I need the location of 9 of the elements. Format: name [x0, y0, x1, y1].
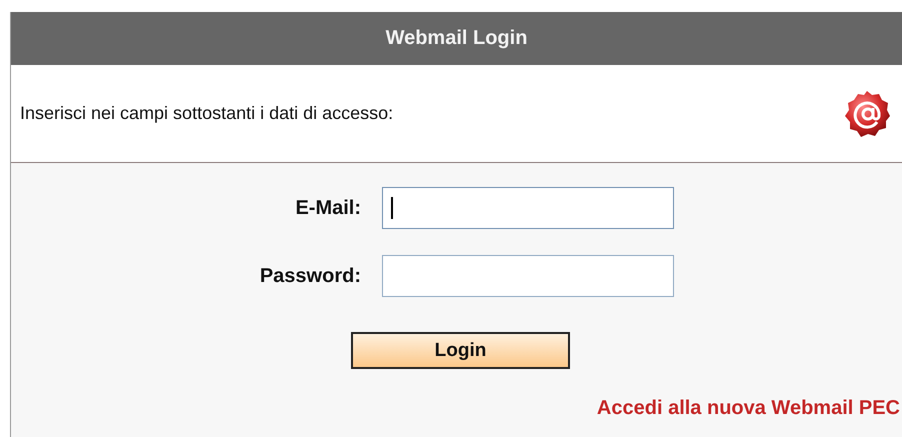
field-label: E-Mail: — [294, 196, 361, 220]
field-label: Password: — [258, 264, 361, 288]
login-button[interactable]: Login — [351, 332, 570, 369]
at-sign-seal-icon — [842, 88, 892, 138]
input-field[interactable] — [382, 187, 674, 229]
new-webmail-link[interactable]: Accedi alla nuova Webmail PEC — [596, 397, 900, 420]
header-title: Webmail Login — [386, 27, 528, 50]
instruction-text: Inserisci nei campi sottostanti i dati di accesso: — [20, 103, 394, 124]
input-field[interactable] — [382, 255, 674, 297]
